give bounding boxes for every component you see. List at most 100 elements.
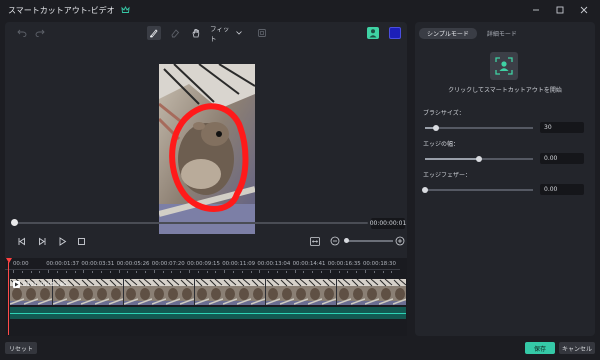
zoom-slider-handle[interactable] <box>344 238 349 243</box>
ruler-tick <box>153 270 155 273</box>
fit-dropdown-label: フィット <box>210 25 230 43</box>
clip-thumbnail <box>322 279 337 305</box>
playback-scrubber[interactable] <box>13 222 368 224</box>
play-icon[interactable] <box>56 235 68 247</box>
ruler-tick <box>382 271 384 273</box>
ruler-tick <box>321 271 322 273</box>
edge-feather-label: エッジフェザー： <box>423 172 472 179</box>
ruler-tick <box>48 270 50 273</box>
brush-size-value[interactable]: 30 <box>540 122 584 133</box>
ruler-tick <box>162 271 164 273</box>
ruler-tick <box>136 271 138 273</box>
mask-color-blue[interactable] <box>389 27 401 39</box>
hand-icon[interactable] <box>189 26 203 40</box>
ruler-tick <box>303 271 305 273</box>
zoom-in-icon[interactable] <box>394 235 406 247</box>
clip-thumbnail <box>393 279 406 305</box>
brush-icon[interactable] <box>147 26 161 40</box>
ruler-tick <box>365 270 366 273</box>
fit-dropdown[interactable]: フィット <box>210 25 242 43</box>
ruler-tick <box>127 271 129 273</box>
ruler-tick <box>21 271 23 273</box>
ruler-tick <box>312 271 314 273</box>
undo-icon[interactable] <box>15 26 29 40</box>
snapshot-icon[interactable] <box>255 26 269 40</box>
video-clip[interactable]: 0101 .0101 140... <box>10 279 406 305</box>
brush-size-handle[interactable] <box>432 124 439 131</box>
clip-thumbnail <box>137 279 153 305</box>
ruler-tick-label: 00:00:03:31 <box>81 261 115 267</box>
clip-thumbnail <box>194 279 209 305</box>
minimize-button[interactable] <box>524 0 548 20</box>
clip-thumbnail <box>336 279 351 305</box>
brush-size-slider[interactable] <box>425 127 533 129</box>
cancel-button[interactable]: キャンセル <box>559 342 595 354</box>
previous-frame-icon[interactable] <box>15 235 27 247</box>
clip-thumbnail <box>265 279 280 305</box>
edge-feather-handle[interactable] <box>422 186 428 193</box>
mask-color-green[interactable] <box>367 27 379 39</box>
ruler-tick-label: 00:00:05:26 <box>116 261 150 267</box>
next-frame-icon[interactable] <box>36 235 48 247</box>
audio-track[interactable] <box>10 307 406 319</box>
clip-thumbnail <box>94 279 110 305</box>
ruler-tick <box>57 271 58 273</box>
redo-icon[interactable] <box>33 26 47 40</box>
eraser-icon[interactable] <box>168 26 182 40</box>
video-frame[interactable] <box>159 64 255 234</box>
ruler-tick <box>109 271 111 273</box>
clip-thumbnail <box>80 279 96 305</box>
playhead[interactable] <box>8 262 9 335</box>
tab-simple-mode[interactable]: シンプルモード <box>419 28 477 39</box>
ruler-tick <box>101 271 102 273</box>
window-controls <box>524 0 596 20</box>
ruler-tick <box>39 271 41 273</box>
clip-thumbnail <box>180 279 195 305</box>
ruler-tick-label: 00:00:16:35 <box>327 261 361 267</box>
ruler-tick <box>206 271 208 273</box>
scrubber-handle[interactable] <box>11 219 18 226</box>
timecode-display: 00:00:00:01 <box>369 218 407 229</box>
edge-feather-value[interactable]: 0.00 <box>540 184 584 195</box>
clip-thumbnail <box>165 279 181 305</box>
edge-width-handle[interactable] <box>476 155 482 162</box>
edge-feather-slider[interactable] <box>425 189 533 191</box>
playhead-handle[interactable] <box>6 258 12 263</box>
save-button[interactable]: 保存 <box>525 342 555 354</box>
edge-width-value[interactable]: 0.00 <box>540 153 584 164</box>
tab-advanced-mode[interactable]: 詳細モード <box>479 28 525 39</box>
ruler-tick-label: 00:00:07:20 <box>151 261 185 267</box>
ruler-tick <box>373 271 375 273</box>
zoom-out-icon[interactable] <box>329 235 341 247</box>
clip-thumbnail <box>378 279 394 305</box>
ruler-baseline <box>5 269 400 270</box>
ruler-tick <box>250 271 252 273</box>
brush-size-label: ブラシサイズ： <box>423 110 465 117</box>
clip-thumbnail <box>208 279 224 305</box>
clip-thumbnail <box>279 279 295 305</box>
ruler-tick <box>391 271 393 273</box>
close-button[interactable] <box>572 0 596 20</box>
clip-thumbnail <box>222 279 238 305</box>
ruler-tick <box>241 271 243 273</box>
clip-thumbnail <box>307 279 323 305</box>
video-clip-icon <box>13 281 20 288</box>
ruler-tick <box>356 271 358 273</box>
preview-toolbar: フィット <box>5 22 407 44</box>
fit-timeline-icon[interactable] <box>309 235 321 247</box>
ruler-tick <box>259 270 261 273</box>
ruler-tick <box>277 271 278 273</box>
maximize-button[interactable] <box>548 0 572 20</box>
reset-button[interactable]: リセット <box>5 342 37 354</box>
zoom-slider[interactable] <box>347 240 393 242</box>
clip-thumbnail <box>350 279 366 305</box>
ruler-tick-label: 00:00:14:41 <box>292 261 326 267</box>
ruler-tick <box>347 271 349 273</box>
ruler-tick <box>171 271 173 273</box>
smart-cutout-start-button[interactable] <box>490 52 518 80</box>
clip-thumbnail <box>364 279 380 305</box>
title-bar: スマートカットアウト-ビデオ <box>0 0 600 20</box>
stop-icon[interactable] <box>75 235 87 247</box>
ruler-tick-label: 00:00 <box>13 261 29 267</box>
ruler-tick <box>74 271 76 273</box>
